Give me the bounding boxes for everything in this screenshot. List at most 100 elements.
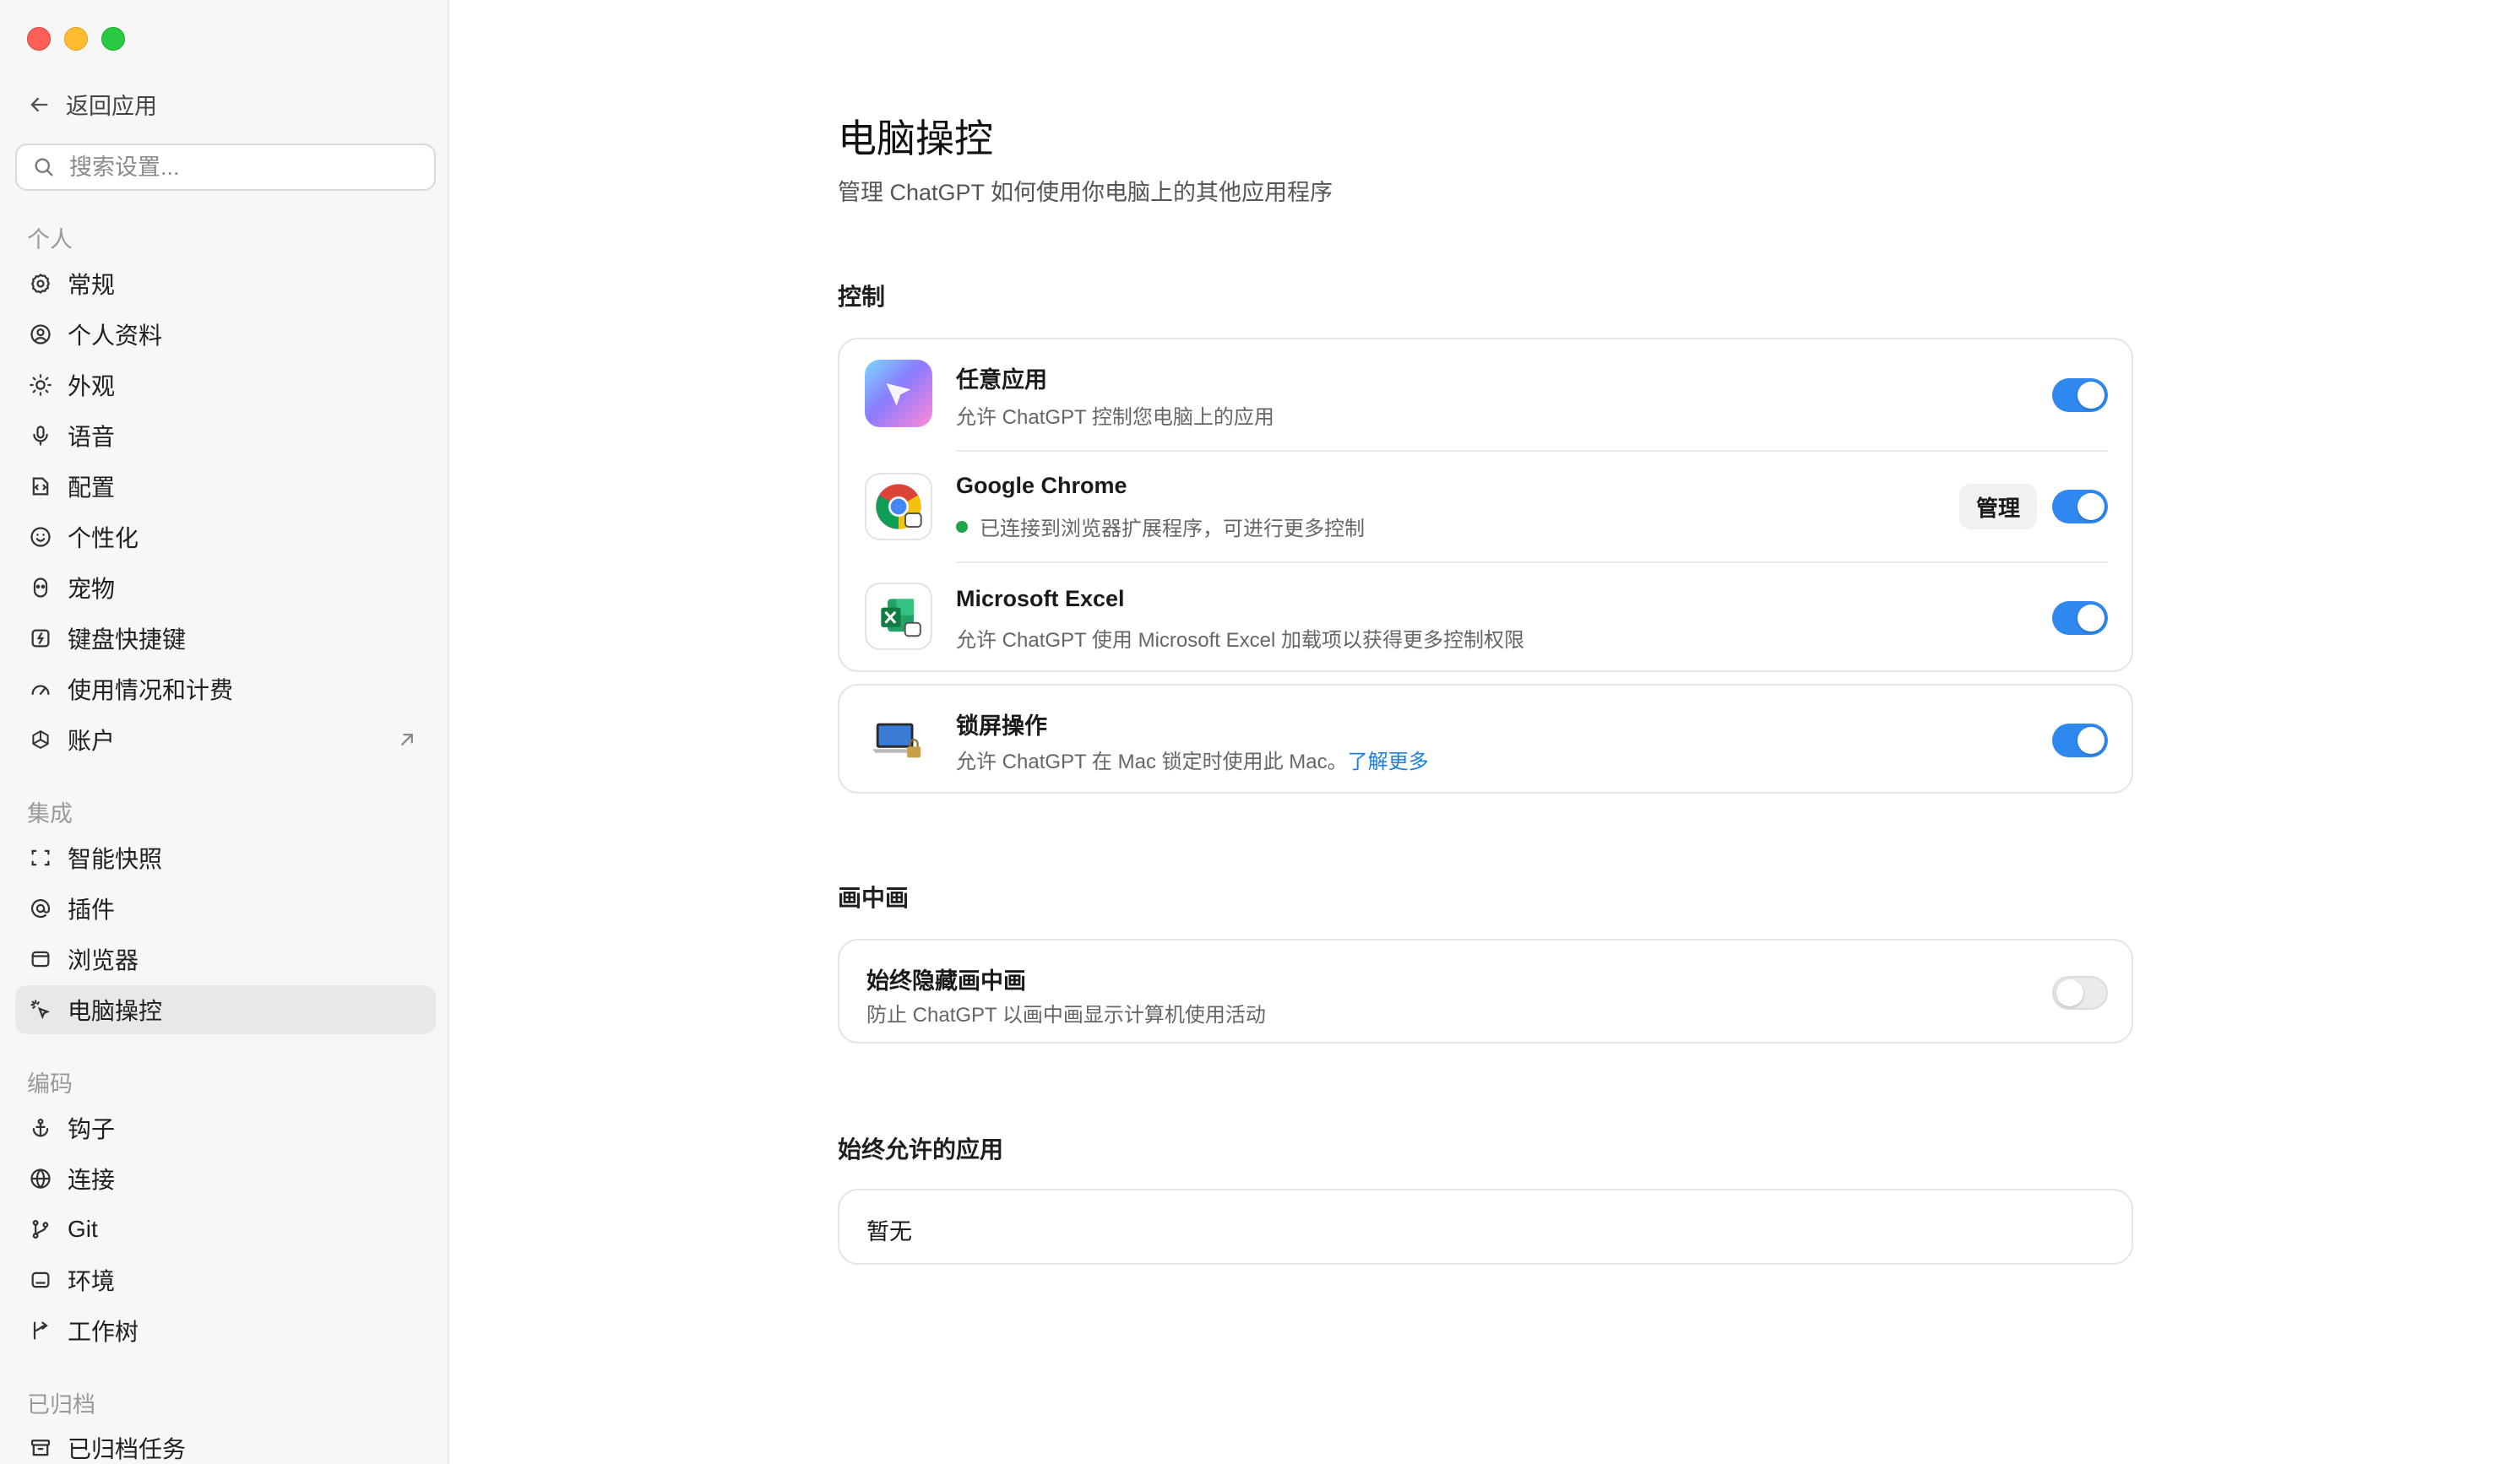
chrome-row: Google Chrome 已连接到浏览器扩展程序，可进行更多控制 管理 — [839, 451, 2132, 562]
pip-heading: 画中画 — [838, 885, 910, 911]
excel-description: 允许 ChatGPT 使用 Microsoft Excel 加载项以获得更多控制… — [956, 623, 1524, 653]
at-sign-icon — [29, 897, 52, 920]
sidebar-item-computer-control[interactable]: 电脑操控 — [15, 985, 436, 1034]
sidebar-item-smart-snapshot[interactable]: 智能快照 — [15, 833, 436, 882]
toggle-knob — [2077, 382, 2105, 409]
search-icon — [32, 155, 56, 179]
window-controls — [27, 27, 125, 51]
sidebar-item-pets[interactable]: 宠物 — [15, 563, 436, 612]
sidebar-item-label: Git — [68, 1216, 98, 1242]
lock-screen-desc-text: 允许 ChatGPT 在 Mac 锁定时使用此 Mac。 — [956, 751, 1348, 773]
sidebar-item-profile[interactable]: 个人资料 — [15, 310, 436, 359]
browser-window-icon — [29, 947, 52, 971]
sidebar-item-label: 浏览器 — [68, 947, 139, 973]
pip-card: 始终隐藏画中画 防止 ChatGPT 以画中画显示计算机使用活动 — [838, 939, 2133, 1044]
anchor-icon — [29, 1116, 52, 1140]
learn-more-link[interactable]: 了解更多 — [1348, 745, 1429, 774]
sidebar-item-account[interactable]: 账户 — [15, 715, 436, 764]
minimize-window-button[interactable] — [64, 27, 88, 51]
back-to-app-button[interactable]: 返回应用 — [27, 88, 157, 121]
sidebar-item-worktree[interactable]: 工作树 — [15, 1306, 436, 1355]
laptop-lock-icon — [865, 707, 932, 774]
sun-icon — [29, 373, 52, 397]
user-circle-icon — [29, 323, 52, 346]
control-apps-card: 任意应用 允许 ChatGPT 控制您电脑上的应用 Google Chrome — [838, 338, 2133, 672]
sidebar-item-voice[interactable]: 语音 — [15, 411, 436, 460]
section-label-archived: 已归档 — [27, 1392, 95, 1418]
toggle-knob — [2077, 493, 2105, 520]
chrome-toggle[interactable] — [2052, 490, 2108, 523]
archive-box-icon — [29, 1436, 52, 1460]
scan-frame-icon — [29, 846, 52, 870]
sidebar-item-general[interactable]: 常规 — [15, 259, 436, 308]
sidebar-item-label: 电脑操控 — [68, 998, 163, 1024]
any-app-desc-text: 允许 ChatGPT 控制您电脑上的应用 — [956, 406, 1274, 429]
lock-screen-row: 锁屏操作 允许 ChatGPT 在 Mac 锁定时使用此 Mac。 了解更多 — [839, 686, 2132, 795]
smile-icon — [29, 525, 52, 549]
zoom-window-button[interactable] — [101, 27, 125, 51]
sidebar-item-usage[interactable]: 使用情况和计费 — [15, 664, 436, 713]
search-box[interactable] — [15, 144, 436, 191]
connected-status-dot — [956, 520, 968, 533]
excel-icon — [865, 583, 932, 650]
pip-hide-row: 始终隐藏画中画 防止 ChatGPT 以画中画显示计算机使用活动 — [839, 941, 2132, 1045]
any-app-toggle[interactable] — [2052, 378, 2108, 412]
sidebar-item-browser[interactable]: 浏览器 — [15, 935, 436, 984]
sidebar-item-label: 外观 — [68, 373, 116, 399]
lock-screen-description: 允许 ChatGPT 在 Mac 锁定时使用此 Mac。 了解更多 — [956, 745, 1429, 774]
sidebar-item-label: 插件 — [68, 897, 116, 923]
allowed-apps-heading: 始终允许的应用 — [838, 1136, 1004, 1163]
any-app-description: 允许 ChatGPT 控制您电脑上的应用 — [956, 400, 1274, 430]
sidebar-item-appearance[interactable]: 外观 — [15, 361, 436, 409]
any-app-title: 任意应用 — [956, 367, 1047, 393]
chrome-manage-button[interactable]: 管理 — [1958, 484, 2037, 529]
any-app-row: 任意应用 允许 ChatGPT 控制您电脑上的应用 — [839, 339, 2132, 451]
any-app-icon — [865, 360, 932, 427]
openai-logo-icon — [29, 728, 52, 751]
excel-row: Microsoft Excel 允许 ChatGPT 使用 Microsoft … — [839, 562, 2132, 674]
excel-toggle[interactable] — [2052, 601, 2108, 635]
settings-content: 电脑操控 管理 ChatGPT 如何使用你电脑上的其他应用程序 控制 任意应用 … — [451, 0, 2520, 1464]
sidebar-item-environment[interactable]: 环境 — [15, 1255, 436, 1304]
page-title: 电脑操控 — [838, 117, 993, 160]
sidebar-item-shortcuts[interactable]: 键盘快捷键 — [15, 614, 436, 663]
sidebar: 返回应用 个人 常规 个人资料 外观 语音 配置 个性化 宠物 键盘快捷键 — [0, 0, 449, 1464]
terminal-window-icon — [29, 1268, 52, 1292]
toggle-knob — [2077, 727, 2105, 754]
excel-title: Microsoft Excel — [956, 586, 1125, 611]
pip-hide-toggle[interactable] — [2052, 976, 2108, 1010]
control-heading: 控制 — [838, 284, 886, 310]
search-input[interactable] — [69, 154, 424, 181]
chrome-desc-text: 已连接到浏览器扩展程序，可进行更多控制 — [980, 518, 1365, 540]
page-subtitle: 管理 ChatGPT 如何使用你电脑上的其他应用程序 — [838, 180, 1333, 205]
sidebar-item-label: 个性化 — [68, 525, 139, 551]
sidebar-item-personalization[interactable]: 个性化 — [15, 512, 436, 561]
sidebar-item-label: 连接 — [68, 1167, 116, 1193]
sidebar-item-label: 使用情况和计费 — [68, 677, 234, 703]
sidebar-item-plugins[interactable]: 插件 — [15, 884, 436, 933]
pip-hide-description: 防止 ChatGPT 以画中画显示计算机使用活动 — [866, 998, 1266, 1028]
sidebar-item-connections[interactable]: 连接 — [15, 1154, 436, 1203]
sidebar-item-label: 个人资料 — [68, 323, 163, 349]
gauge-icon — [29, 677, 52, 701]
sidebar-item-label: 钩子 — [68, 1116, 116, 1142]
sidebar-item-git[interactable]: Git — [15, 1205, 436, 1254]
cursor-click-icon — [29, 998, 52, 1022]
sidebar-item-config[interactable]: 配置 — [15, 462, 436, 511]
allowed-apps-empty: 暂无 — [866, 1219, 912, 1244]
sidebar-item-label: 环境 — [68, 1268, 116, 1294]
toggle-knob — [2056, 979, 2083, 1006]
sidebar-item-archived-tasks[interactable]: 已归档任务 — [15, 1423, 436, 1464]
git-branch-icon — [29, 1217, 52, 1241]
toggle-knob — [2077, 605, 2105, 632]
sidebar-item-hooks[interactable]: 钩子 — [15, 1103, 436, 1152]
sidebar-item-label: 宠物 — [68, 576, 116, 602]
sidebar-item-label: 账户 — [68, 728, 116, 754]
lock-screen-title: 锁屏操作 — [956, 713, 1047, 739]
excel-desc-text: 允许 ChatGPT 使用 Microsoft Excel 加载项以获得更多控制… — [956, 629, 1524, 652]
external-link-icon — [395, 728, 419, 751]
keyboard-shortcut-icon — [29, 626, 52, 650]
lock-screen-toggle[interactable] — [2052, 724, 2108, 757]
close-window-button[interactable] — [27, 27, 51, 51]
gear-icon — [29, 272, 52, 296]
